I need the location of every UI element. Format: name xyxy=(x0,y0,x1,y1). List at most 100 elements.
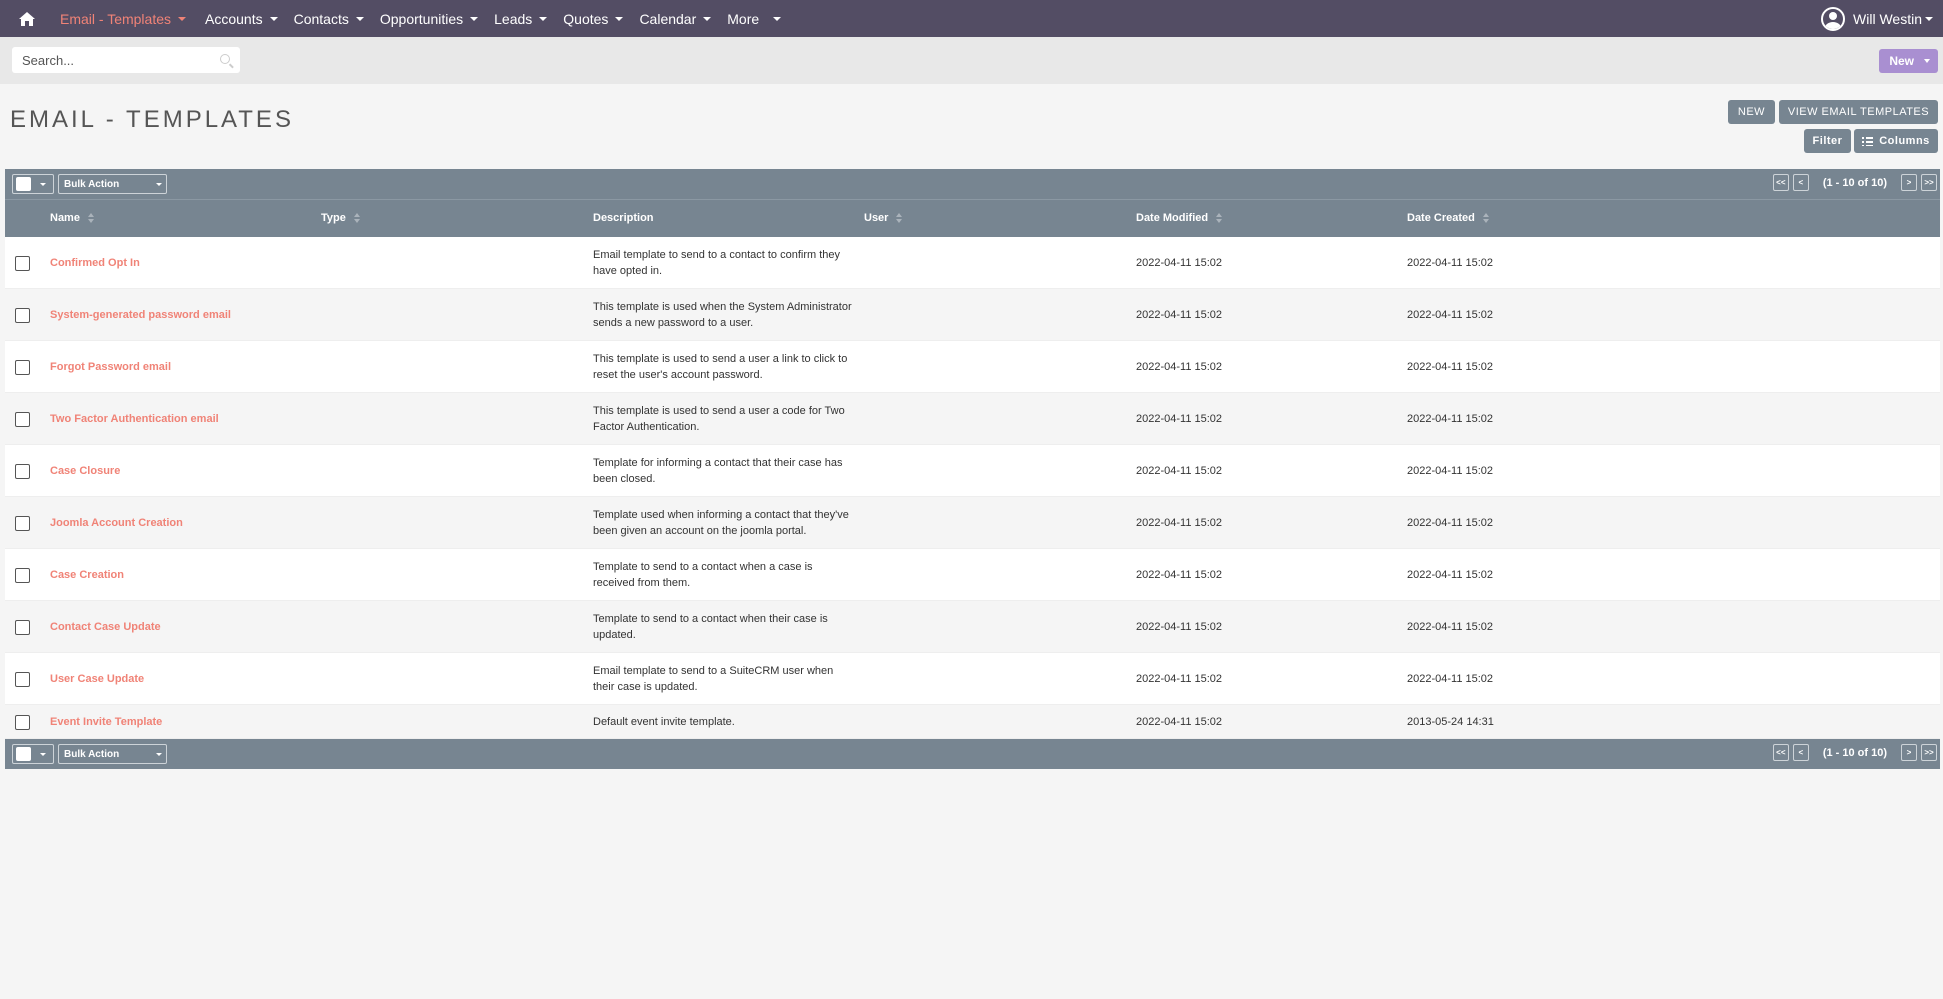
next-page-button[interactable]: > xyxy=(1901,174,1917,191)
pager: << < (1 - 10 of 10) > >> xyxy=(1769,174,1937,191)
column-header-type[interactable]: Type xyxy=(321,212,360,224)
page-count: (1 - 10 of 10) xyxy=(1822,176,1887,189)
user-avatar-icon xyxy=(1821,6,1846,31)
search-icon[interactable] xyxy=(220,54,230,64)
bulk-action-dropdown[interactable]: Bulk Action xyxy=(58,744,167,764)
nav-item-calendar[interactable]: Calendar xyxy=(639,10,712,27)
table-row: System-generated password email This tem… xyxy=(5,289,1940,341)
date-created: 2022-04-11 15:02 xyxy=(1407,620,1494,633)
last-page-button[interactable]: >> xyxy=(1921,744,1937,761)
new-button[interactable]: NEW xyxy=(1728,100,1775,124)
template-name-link[interactable]: Contact Case Update xyxy=(50,621,161,633)
pagination-bar-bottom: Bulk Action << < (1 - 10 of 10) > >> xyxy=(5,739,1940,769)
chevron-down-icon xyxy=(1924,59,1930,63)
row-checkbox[interactable] xyxy=(15,411,30,427)
select-all-dropdown[interactable] xyxy=(12,174,54,194)
select-all-checkbox[interactable] xyxy=(16,747,31,761)
row-checkbox[interactable] xyxy=(15,567,30,583)
template-name-link[interactable]: Event Invite Template xyxy=(50,716,162,728)
template-name-link[interactable]: Case Creation xyxy=(50,569,124,581)
date-modified: 2022-04-11 15:02 xyxy=(1136,568,1223,581)
date-created: 2022-04-11 15:02 xyxy=(1407,308,1494,321)
search-input[interactable] xyxy=(22,52,212,68)
date-modified: 2022-04-11 15:02 xyxy=(1136,256,1223,269)
new-menu-button[interactable]: New xyxy=(1879,49,1938,73)
search-box xyxy=(12,47,240,73)
prev-page-button[interactable]: < xyxy=(1792,744,1809,761)
template-description: Email template to send to a contact to c… xyxy=(593,248,841,277)
template-name-link[interactable]: Forgot Password email xyxy=(50,361,171,373)
chevron-down-icon xyxy=(703,16,712,21)
chevron-down-icon xyxy=(539,16,548,21)
home-icon[interactable] xyxy=(0,0,54,37)
new-menu-label: New xyxy=(1889,54,1914,68)
template-description: Template for informing a contact that th… xyxy=(593,456,843,485)
nav-item-label: Calendar xyxy=(639,10,697,27)
column-label: Name xyxy=(50,212,80,224)
filter-button[interactable]: Filter xyxy=(1804,129,1851,153)
row-checkbox[interactable] xyxy=(15,307,30,323)
column-header-user[interactable]: User xyxy=(864,212,903,224)
first-page-button[interactable]: << xyxy=(1772,174,1789,191)
select-all-checkbox[interactable] xyxy=(16,177,31,191)
bulk-action-dropdown[interactable]: Bulk Action xyxy=(58,174,167,194)
date-modified: 2022-04-11 15:02 xyxy=(1136,672,1223,685)
column-header-date-modified[interactable]: Date Modified xyxy=(1136,212,1223,224)
columns-button-label: Columns xyxy=(1879,135,1930,147)
row-checkbox[interactable] xyxy=(15,671,30,687)
column-header-name[interactable]: Name xyxy=(50,212,94,224)
date-modified: 2022-04-11 15:02 xyxy=(1136,516,1223,529)
column-header-date-created[interactable]: Date Created xyxy=(1407,212,1489,224)
chevron-down-icon xyxy=(40,182,46,186)
first-page-button[interactable]: << xyxy=(1772,744,1789,761)
chevron-down-icon xyxy=(269,16,278,21)
template-name-link[interactable]: User Case Update xyxy=(50,673,144,685)
nav-item-leads[interactable]: Leads xyxy=(494,10,548,27)
nav-item-accounts[interactable]: Accounts xyxy=(205,11,278,27)
nav-item-more[interactable]: More xyxy=(727,11,782,27)
row-checkbox[interactable] xyxy=(15,515,30,531)
table-row: Forgot Password email This template is u… xyxy=(5,341,1940,393)
table-row: Case Creation Template to send to a cont… xyxy=(5,549,1940,601)
row-checkbox[interactable] xyxy=(15,714,30,730)
chevron-down-icon xyxy=(773,16,782,21)
date-modified: 2022-04-11 15:02 xyxy=(1136,464,1223,477)
next-page-button[interactable]: > xyxy=(1901,744,1917,761)
template-name-link[interactable]: Case Closure xyxy=(50,465,120,477)
chevron-down-icon xyxy=(615,16,624,21)
nav-item-label: Quotes xyxy=(563,10,609,27)
nav-item-label: Email - Templates xyxy=(60,10,172,27)
user-menu[interactable]: Will Westin xyxy=(1821,0,1933,37)
last-page-button[interactable]: >> xyxy=(1921,174,1937,191)
row-checkbox[interactable] xyxy=(15,619,30,635)
row-checkbox[interactable] xyxy=(15,359,30,375)
columns-button[interactable]: Columns xyxy=(1854,129,1938,153)
table-row: Case Closure Template for informing a co… xyxy=(5,445,1940,497)
table-row: Confirmed Opt In Email template to send … xyxy=(5,237,1940,289)
nav-item-contacts[interactable]: Contacts xyxy=(294,11,364,27)
select-all-dropdown[interactable] xyxy=(12,744,54,764)
view-email-templates-button[interactable]: VIEW EMAIL TEMPLATES xyxy=(1779,100,1938,124)
row-checkbox[interactable] xyxy=(15,255,30,271)
template-name-link[interactable]: System-generated password email xyxy=(50,309,231,321)
date-modified: 2022-04-11 15:02 xyxy=(1136,308,1223,321)
column-label: Date Modified xyxy=(1136,212,1209,224)
row-checkbox[interactable] xyxy=(15,463,30,479)
nav-item-email-templates[interactable]: Email - Templates xyxy=(60,10,187,27)
nav-item-opportunities[interactable]: Opportunities xyxy=(380,11,479,27)
template-name-link[interactable]: Two Factor Authentication email xyxy=(50,413,219,425)
date-created: 2022-04-11 15:02 xyxy=(1407,672,1494,685)
nav-item-label: Leads xyxy=(494,10,533,27)
template-name-link[interactable]: Confirmed Opt In xyxy=(50,257,140,269)
date-created: 2022-04-11 15:02 xyxy=(1407,464,1494,477)
chevron-down-icon xyxy=(40,752,46,756)
sort-icon xyxy=(896,213,903,223)
template-description: Template used when informing a contact t… xyxy=(593,508,849,537)
nav-item-label: Accounts xyxy=(205,10,263,27)
table-row: Two Factor Authentication email This tem… xyxy=(5,393,1940,445)
template-name-link[interactable]: Joomla Account Creation xyxy=(50,517,183,529)
prev-page-button[interactable]: < xyxy=(1792,174,1809,191)
nav-item-quotes[interactable]: Quotes xyxy=(563,10,624,27)
sort-icon xyxy=(353,213,360,223)
chevron-down-icon xyxy=(470,16,479,21)
